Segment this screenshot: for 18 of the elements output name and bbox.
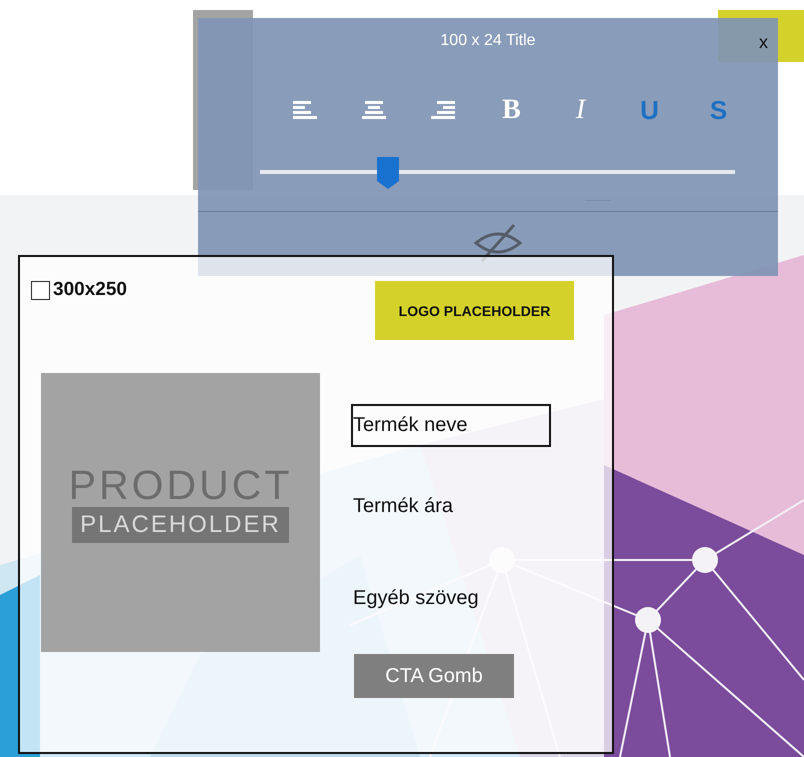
cta-button[interactable]: CTA Gomb xyxy=(354,654,514,698)
banner-size-label: 300x250 xyxy=(53,279,127,301)
close-button[interactable]: x xyxy=(753,30,774,55)
align-center-icon xyxy=(362,100,386,120)
align-right-icon xyxy=(430,100,454,120)
product-name-field[interactable]: Termék neve xyxy=(351,404,551,447)
logo-text: LOGO PLACEHOLDER xyxy=(398,302,550,318)
bold-button[interactable]: B xyxy=(477,90,546,130)
toolbar-title: 100 x 24 Title xyxy=(440,32,536,50)
product-price-text: Termék ára xyxy=(353,495,454,518)
align-left-icon xyxy=(292,100,316,120)
italic-button[interactable]: I xyxy=(546,90,615,130)
placeholder-label: PLACEHOLDER xyxy=(72,506,289,542)
underline-button[interactable]: U xyxy=(615,90,684,130)
checkbox[interactable] xyxy=(31,280,50,300)
slider-thumb[interactable] xyxy=(377,157,400,189)
other-text: Egyéb szöveg xyxy=(353,587,479,610)
strike-button[interactable]: S xyxy=(684,90,753,130)
